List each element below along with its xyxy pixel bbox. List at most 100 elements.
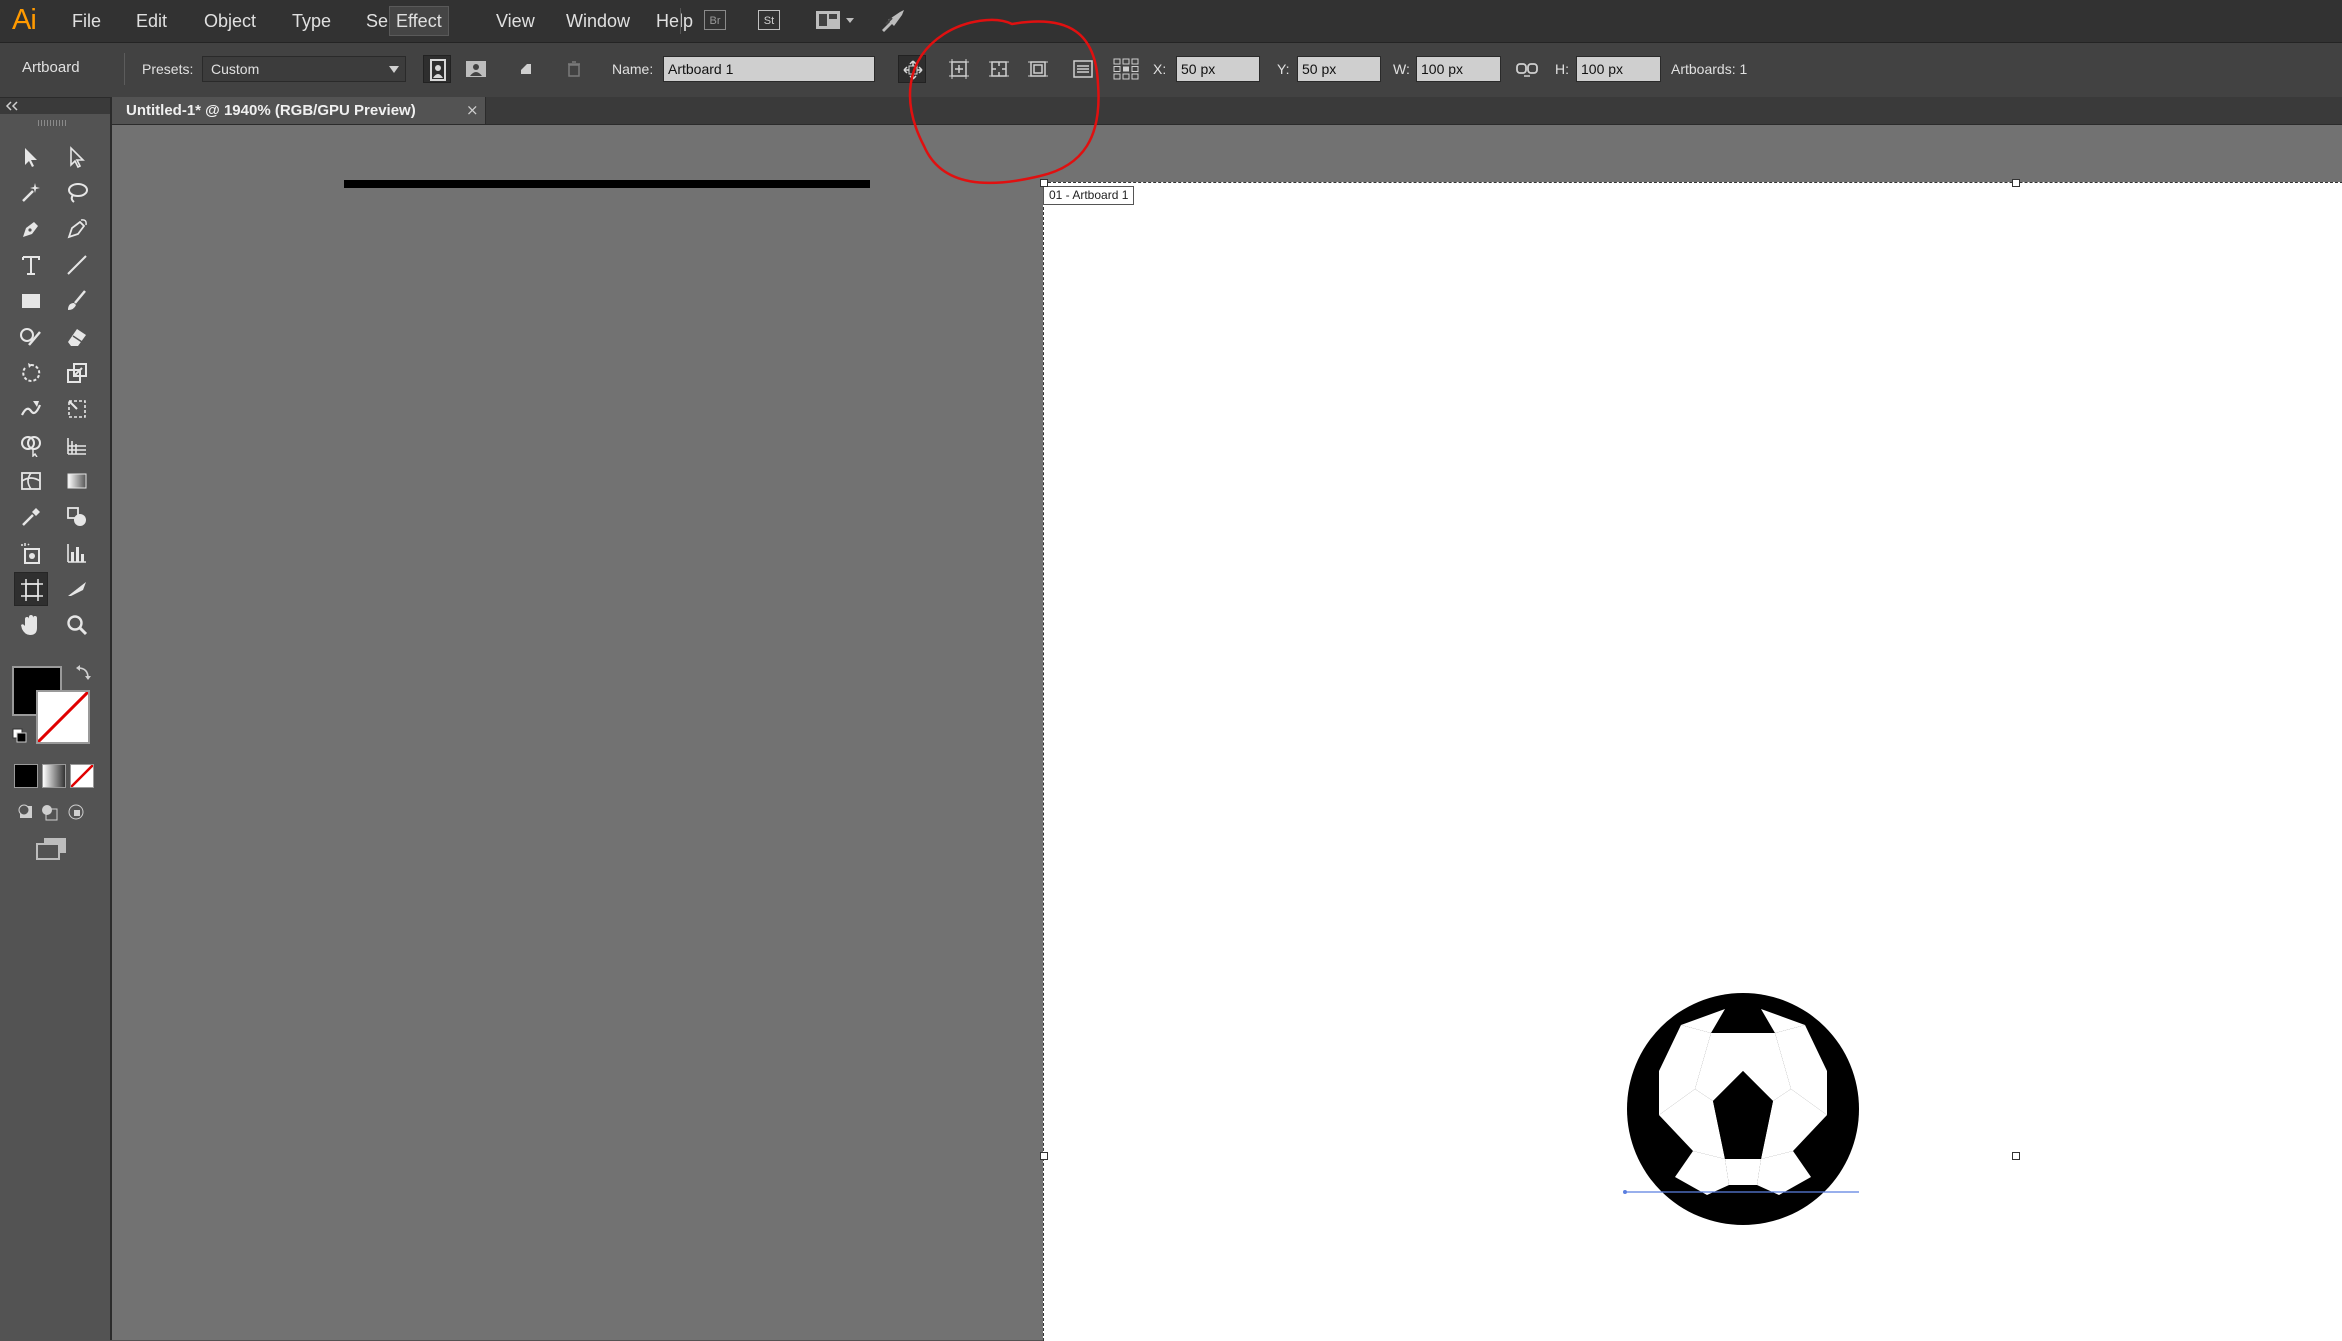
show-cross-hairs-button[interactable] bbox=[985, 55, 1013, 83]
show-video-safe-areas-button[interactable] bbox=[1024, 55, 1052, 83]
control-bar: Artboard Presets: Custom Name: Artboard … bbox=[0, 43, 2342, 98]
menu-edit[interactable]: Edit bbox=[130, 7, 173, 35]
lasso-icon bbox=[68, 183, 88, 203]
width-input[interactable] bbox=[1416, 56, 1501, 82]
move-copy-artwork-button[interactable] bbox=[898, 55, 926, 83]
artboard-icon bbox=[21, 579, 43, 601]
menu-file[interactable]: File bbox=[66, 7, 107, 35]
new-artboard-button[interactable] bbox=[512, 55, 540, 83]
artboard-tool[interactable] bbox=[14, 572, 48, 606]
blend-tool[interactable] bbox=[60, 500, 94, 534]
selection-tool[interactable] bbox=[14, 140, 48, 174]
shaper-icon bbox=[20, 328, 41, 346]
landscape-orientation-button[interactable] bbox=[462, 55, 490, 83]
perspective-grid-tool[interactable] bbox=[60, 428, 94, 462]
menu-help[interactable]: Help bbox=[650, 7, 699, 35]
default-fill-stroke-icon[interactable] bbox=[12, 728, 28, 744]
artboard-handle-left[interactable] bbox=[1040, 1152, 1048, 1160]
constrain-proportions-button[interactable] bbox=[1513, 55, 1541, 83]
x-input[interactable] bbox=[1176, 56, 1260, 82]
mesh-icon bbox=[21, 472, 41, 490]
artboard-handle-top-left[interactable] bbox=[1040, 179, 1048, 187]
y-input[interactable] bbox=[1297, 56, 1381, 82]
artboard-handle-top[interactable] bbox=[2012, 179, 2020, 187]
zoom-tool[interactable] bbox=[60, 608, 94, 642]
none-slash-icon bbox=[71, 765, 93, 787]
hand-tool[interactable] bbox=[14, 608, 48, 642]
shaper-tool[interactable] bbox=[14, 320, 48, 354]
menu-view[interactable]: View bbox=[490, 7, 541, 35]
x-label: X: bbox=[1153, 61, 1167, 77]
swap-fill-stroke-icon[interactable] bbox=[74, 664, 92, 682]
line-segment-tool[interactable] bbox=[60, 248, 94, 282]
artboard-name-input[interactable] bbox=[663, 56, 875, 82]
menu-effect[interactable]: Effect bbox=[389, 6, 449, 36]
none-mode-button[interactable] bbox=[70, 764, 94, 788]
change-screen-mode-icon[interactable] bbox=[34, 836, 70, 862]
rectangle-tool[interactable] bbox=[14, 284, 48, 318]
blend-icon bbox=[67, 507, 86, 526]
bridge-icon[interactable]: Br bbox=[704, 10, 726, 30]
curvature-tool[interactable] bbox=[60, 212, 94, 246]
direct-selection-tool[interactable] bbox=[60, 140, 94, 174]
panel-grip[interactable] bbox=[38, 120, 68, 126]
presets-label: Presets: bbox=[142, 61, 194, 77]
tools-panel-header[interactable] bbox=[0, 98, 110, 114]
stroke-swatch[interactable] bbox=[36, 690, 90, 744]
symbol-sprayer-tool[interactable] bbox=[14, 536, 48, 570]
mode-label: Artboard bbox=[22, 59, 80, 76]
name-label: Name: bbox=[612, 61, 654, 77]
magic-wand-icon bbox=[22, 183, 40, 202]
lasso-tool[interactable] bbox=[60, 176, 94, 210]
selected-line-object[interactable] bbox=[344, 180, 870, 188]
paintbrush-icon bbox=[68, 290, 86, 310]
workspace-layout-icon[interactable] bbox=[815, 9, 857, 37]
draw-inside-icon bbox=[68, 804, 84, 820]
gpu-performance-icon[interactable] bbox=[880, 8, 908, 38]
portrait-icon bbox=[430, 59, 446, 81]
paintbrush-tool[interactable] bbox=[60, 284, 94, 318]
document-tab[interactable]: Untitled-1* @ 1940% (RGB/GPU Preview) × bbox=[112, 97, 486, 124]
artboard-options-button[interactable] bbox=[1069, 55, 1097, 83]
type-t-icon bbox=[22, 256, 40, 275]
stock-icon[interactable]: St bbox=[758, 10, 780, 30]
mesh-tool[interactable] bbox=[14, 464, 48, 498]
pen-tool[interactable] bbox=[14, 212, 48, 246]
show-center-mark-button[interactable] bbox=[945, 55, 973, 83]
artboards-count: Artboards: 1 bbox=[1671, 61, 1748, 77]
reference-point-button[interactable] bbox=[1110, 55, 1142, 83]
gradient-mode-button[interactable] bbox=[42, 764, 66, 788]
scale-tool[interactable] bbox=[60, 356, 94, 390]
delete-artboard-button[interactable] bbox=[560, 55, 588, 83]
eraser-tool[interactable] bbox=[60, 320, 94, 354]
scale-icon bbox=[67, 363, 87, 383]
collapse-panel-icon[interactable] bbox=[5, 101, 21, 111]
chain-link-icon bbox=[1516, 63, 1538, 77]
presets-dropdown[interactable]: Custom bbox=[202, 56, 406, 82]
landscape-icon bbox=[466, 61, 486, 77]
column-graph-tool[interactable] bbox=[60, 536, 94, 570]
warp-tool[interactable] bbox=[14, 392, 48, 426]
type-tool[interactable] bbox=[14, 248, 48, 282]
gradient-tool[interactable] bbox=[60, 464, 94, 498]
warp-icon bbox=[21, 401, 42, 416]
slice-tool[interactable] bbox=[60, 572, 94, 606]
menu-window[interactable]: Window bbox=[560, 7, 636, 35]
eyedropper-tool[interactable] bbox=[14, 500, 48, 534]
shape-builder-tool[interactable] bbox=[14, 428, 48, 462]
new-artboard-icon bbox=[521, 64, 531, 74]
height-input[interactable] bbox=[1576, 56, 1661, 82]
portrait-orientation-button[interactable] bbox=[423, 55, 451, 83]
artboard-handle-right[interactable] bbox=[2012, 1152, 2020, 1160]
rectangle-icon bbox=[22, 294, 40, 308]
menu-type[interactable]: Type bbox=[286, 7, 337, 35]
close-icon[interactable]: × bbox=[466, 101, 479, 119]
rotate-tool[interactable] bbox=[14, 356, 48, 390]
canvas[interactable]: 01 - Artboard 1 bbox=[112, 125, 2342, 1341]
magic-wand-tool[interactable] bbox=[14, 176, 48, 210]
hand-icon bbox=[21, 615, 37, 635]
menu-object[interactable]: Object bbox=[198, 7, 262, 35]
color-mode-button[interactable] bbox=[14, 764, 38, 788]
free-transform-tool[interactable] bbox=[60, 392, 94, 426]
artboard-label[interactable]: 01 - Artboard 1 bbox=[1043, 186, 1135, 205]
